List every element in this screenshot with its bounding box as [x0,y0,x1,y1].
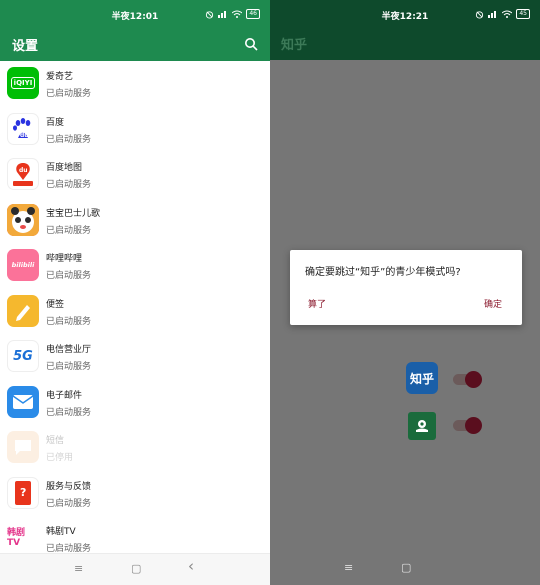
baidu-map-icon: du [7,158,39,190]
app-icon-green [408,412,436,440]
battery-indicator: 45 [516,9,530,19]
svg-text:du: du [20,132,29,139]
app-name: 电子邮件 [46,390,83,401]
babybus-icon [7,203,39,236]
alarm-icon [206,10,214,19]
confirm-dialog: 确定要跳过“知乎”的青少年模式吗? 算了 确定 [290,250,522,325]
email-icon [7,385,39,418]
hanju-tv-icon: 韩剧 TV [7,522,39,553]
search-icon[interactable] [244,37,258,51]
page-title: 知乎 [281,38,308,53]
confirm-button[interactable]: 确定 [484,297,502,310]
app-status: 已启动服务 [46,544,92,553]
list-item[interactable]: bilibili 哔哩哔哩 已启动服务 [0,243,270,289]
settings-screen: 半夜12:01 46 设置 iQIYI 爱奇艺 已启动服务 du 百度 已启动服… [0,0,270,585]
youth-mode-toggle[interactable] [453,371,482,388]
telecom-5g-icon: 5G [7,340,39,372]
zhihu-screen: 半夜12:21 45 知乎 知乎 确定要跳过“知乎”的青少年模式吗? 算了 确定… [270,0,540,585]
app-name: 爱奇艺 [46,72,74,82]
app-name: 韩剧TV [46,527,76,537]
status-bar: 半夜12:21 45 [270,0,540,30]
svg-text:du: du [19,167,28,174]
app-name: 百度 [46,117,65,128]
list-item[interactable]: 电子邮件 已启动服务 [0,380,270,426]
app-name: 哔哩哔哩 [46,254,83,264]
page-title: 设置 [12,39,39,54]
back-icon[interactable]: ‹ [188,559,194,574]
list-item[interactable]: ? 服务与反馈 已启动服务 [0,471,270,517]
app-status: 已启动服务 [46,89,92,99]
app-status: 已启动服务 [46,362,92,372]
list-item[interactable]: 便签 已启动服务 [0,289,270,335]
feedback-icon: ? [7,476,39,509]
app-name: 便签 [46,299,65,310]
list-item[interactable]: 韩剧 TV 韩剧TV 已启动服务 [0,516,270,553]
zhihu-app-icon: 知乎 [406,362,438,394]
wifi-icon [502,10,513,18]
alarm-icon [476,10,484,19]
app-name: 百度地图 [46,163,83,173]
app-status: 已启动服务 [46,498,92,509]
app-status: 已启动服务 [46,316,92,327]
status-icons: 45 [475,9,530,19]
sms-icon [7,431,39,463]
list-item[interactable]: 宝宝巴士儿歌 已启动服务 [0,198,270,244]
svg-text:?: ? [20,486,26,499]
app-name: 宝宝巴士儿歌 [46,208,101,219]
status-icons: 46 [205,9,260,19]
list-item[interactable]: 短信 已停用 [0,425,270,471]
navigation-bar: ≡ ▢ [270,553,540,585]
app-status: 已启动服务 [46,134,92,145]
app-name: 电信营业厅 [46,345,92,355]
toggle-knob [465,417,482,434]
cancel-button[interactable]: 算了 [308,297,326,310]
toggle-knob [465,371,482,388]
iqiyi-icon: iQIYI [7,67,39,99]
list-item[interactable]: iQIYI 爱奇艺 已启动服务 [0,61,270,107]
list-item[interactable]: 5G 电信营业厅 已启动服务 [0,334,270,380]
app-status: 已启动服务 [46,225,92,236]
menu-icon[interactable]: ≡ [74,562,83,576]
app-name: 服务与反馈 [46,481,92,492]
app-status: 已启动服务 [46,180,92,190]
baidu-icon: du [7,112,39,145]
bilibili-icon: bilibili [7,249,39,281]
list-item[interactable]: du 百度 已启动服务 [0,107,270,153]
dialog-message: 确定要跳过“知乎”的青少年模式吗? [305,267,461,278]
signal-icon [488,11,497,18]
home-icon[interactable]: ▢ [401,561,411,575]
signal-icon [218,11,227,18]
menu-icon[interactable]: ≡ [344,561,353,575]
wifi-icon [232,10,243,18]
app-status: 已停用 [46,453,74,463]
notes-icon [7,294,39,327]
status-bar: 半夜12:01 46 [0,0,270,30]
app-status: 已启动服务 [46,407,92,418]
app-list: iQIYI 爱奇艺 已启动服务 du 百度 已启动服务 du 百度地图 已启动服… [0,61,270,553]
list-item[interactable]: du 百度地图 已启动服务 [0,152,270,198]
app-name: 短信 [46,436,65,446]
navigation-bar: ≡ ▢ ‹ [0,553,270,585]
app-bar: 设置 [0,30,270,61]
youth-mode-toggle-2[interactable] [453,417,482,434]
app-status: 已启动服务 [46,271,92,281]
home-icon[interactable]: ▢ [131,562,141,576]
app-bar: 知乎 [270,30,540,60]
battery-indicator: 46 [246,9,260,19]
